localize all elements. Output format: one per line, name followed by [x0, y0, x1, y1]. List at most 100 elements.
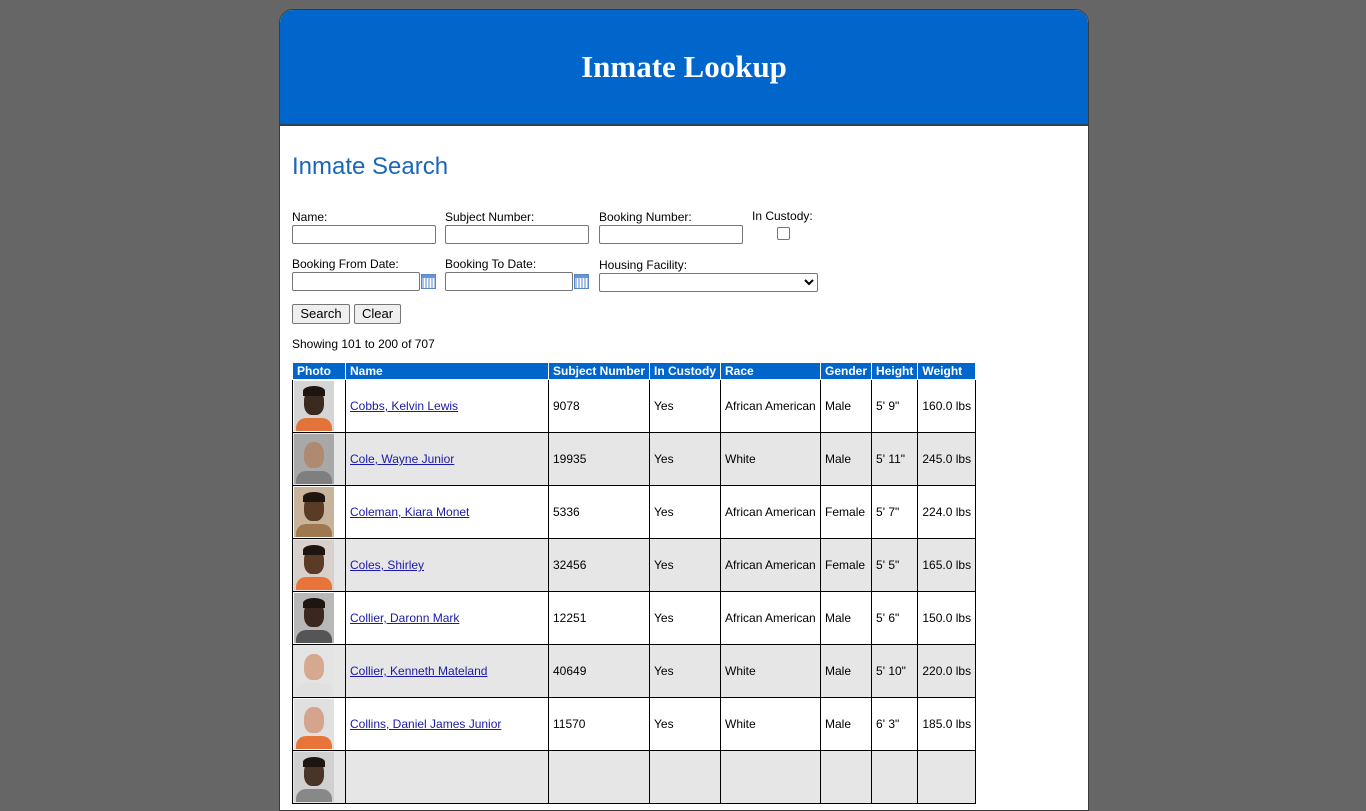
subject-number-cell: 32456	[547, 538, 651, 592]
in-custody-cell: Yes	[649, 485, 722, 539]
inmate-photo[interactable]	[294, 487, 334, 537]
in-custody-cell: Yes	[649, 644, 722, 698]
inmate-name-link[interactable]: Coles, Shirley	[350, 558, 424, 572]
inmate-photo[interactable]	[294, 434, 334, 484]
gender-cell: Male	[820, 432, 873, 486]
table-row: Collier, Daronn Mark 12251 Yes African Amer…	[292, 591, 977, 645]
booking-from-date-input[interactable]	[292, 272, 420, 291]
in-custody-cell: Yes	[649, 697, 722, 751]
table-row: Collins, Daniel James Junior 11570 Yes Whit…	[292, 697, 977, 751]
name-cell: Collier, Kenneth Mateland	[345, 644, 549, 698]
booking-number-input[interactable]	[599, 225, 743, 244]
height-cell: 5' 11"	[871, 432, 919, 486]
name-cell: Coleman, Kiara Monet	[345, 485, 549, 539]
race-cell: African American	[720, 591, 822, 645]
booking-from-date-label: Booking From Date:	[292, 257, 399, 271]
housing-facility-select[interactable]	[599, 273, 818, 292]
site-header: Inmate Lookup	[280, 10, 1088, 126]
subject-number-cell: 9078	[547, 379, 651, 433]
in-custody-checkbox[interactable]	[777, 227, 790, 240]
weight-cell: 245.0 lbs	[917, 432, 977, 486]
results-count: Showing 101 to 200 of 707	[292, 337, 435, 351]
booking-field-group: Booking Number:	[599, 210, 743, 244]
table-row	[292, 750, 977, 804]
race-cell: White	[720, 644, 822, 698]
to-date-field-group: Booking To Date:	[445, 257, 589, 291]
site-title: Inmate Lookup	[581, 49, 787, 84]
custody-field-group: In Custody:	[752, 209, 813, 240]
name-cell: Cobbs, Kelvin Lewis	[345, 379, 549, 433]
race-cell: African American	[720, 485, 822, 539]
calendar-icon[interactable]	[574, 274, 589, 289]
inmate-name-link[interactable]: Collins, Daniel James Junior	[350, 717, 501, 731]
weight-cell: 220.0 lbs	[917, 644, 977, 698]
inmate-photo[interactable]	[294, 646, 334, 696]
subject-number-label: Subject Number:	[445, 210, 535, 224]
gender-cell: Female	[820, 485, 873, 539]
photo-cell	[292, 750, 346, 804]
results-table: Photo Name Subject Number In Custody Rac…	[292, 363, 977, 804]
in-custody-cell: Yes	[649, 379, 722, 433]
subject-number-cell: 40649	[547, 644, 651, 698]
height-cell: 6' 3"	[871, 697, 919, 751]
inmate-photo[interactable]	[294, 381, 334, 431]
inmate-photo[interactable]	[294, 593, 334, 643]
name-cell: Cole, Wayne Junior	[345, 432, 549, 486]
search-button[interactable]: Search	[292, 304, 350, 324]
in-custody-cell: Yes	[649, 538, 722, 592]
race-cell	[720, 750, 822, 804]
in-custody-label: In Custody:	[752, 209, 813, 223]
main-content: Inmate Search Name: Subject Number: Book…	[280, 153, 1088, 804]
inmate-name-link[interactable]: Cobbs, Kelvin Lewis	[350, 399, 458, 413]
race-cell: African American	[720, 379, 822, 433]
height-cell: 5' 10"	[871, 644, 919, 698]
inmate-photo[interactable]	[294, 540, 334, 590]
photo-cell	[292, 697, 346, 751]
calendar-icon[interactable]	[421, 274, 436, 289]
inmate-photo[interactable]	[294, 752, 334, 802]
column-header-weight: Weight	[917, 363, 977, 380]
inmate-name-link[interactable]: Collier, Kenneth Mateland	[350, 664, 487, 678]
inmate-name-link[interactable]: Cole, Wayne Junior	[350, 452, 454, 466]
photo-cell	[292, 591, 346, 645]
gender-cell: Female	[820, 538, 873, 592]
in-custody-cell: Yes	[649, 432, 722, 486]
race-cell: White	[720, 432, 822, 486]
height-cell	[871, 750, 919, 804]
height-cell: 5' 5"	[871, 538, 919, 592]
gender-cell: Male	[820, 644, 873, 698]
clear-button[interactable]: Clear	[354, 304, 401, 324]
subject-number-cell	[547, 750, 651, 804]
height-cell: 5' 7"	[871, 485, 919, 539]
height-cell: 5' 9"	[871, 379, 919, 433]
inmate-name-link[interactable]: Collier, Daronn Mark	[350, 611, 459, 625]
column-header-in-custody: In Custody	[649, 363, 722, 380]
race-cell: African American	[720, 538, 822, 592]
booking-to-date-input[interactable]	[445, 272, 573, 291]
facility-field-group: Housing Facility:	[599, 258, 818, 292]
table-row: Collier, Kenneth Mateland 40649 Yes White Ma…	[292, 644, 977, 698]
inmate-name-link[interactable]: Coleman, Kiara Monet	[350, 505, 469, 519]
subject-field-group: Subject Number:	[445, 210, 589, 244]
name-cell	[345, 750, 549, 804]
subject-number-input[interactable]	[445, 225, 589, 244]
photo-cell	[292, 485, 346, 539]
column-header-name: Name	[345, 363, 549, 380]
housing-facility-label: Housing Facility:	[599, 258, 688, 272]
subject-number-cell: 5336	[547, 485, 651, 539]
in-custody-cell: Yes	[649, 591, 722, 645]
table-header-row: Photo Name Subject Number In Custody Rac…	[292, 363, 977, 380]
name-label: Name:	[292, 210, 328, 224]
gender-cell: Male	[820, 591, 873, 645]
weight-cell: 165.0 lbs	[917, 538, 977, 592]
table-row: Coles, Shirley 32456 Yes African American Fe…	[292, 538, 977, 592]
name-input[interactable]	[292, 225, 436, 244]
name-cell: Collier, Daronn Mark	[345, 591, 549, 645]
booking-number-label: Booking Number:	[599, 210, 692, 224]
table-row: Coleman, Kiara Monet 5336 Yes African Ameri…	[292, 485, 977, 539]
booking-to-date-label: Booking To Date:	[445, 257, 537, 271]
inmate-photo[interactable]	[294, 699, 334, 749]
photo-cell	[292, 379, 346, 433]
from-date-field-group: Booking From Date:	[292, 257, 436, 291]
photo-cell	[292, 432, 346, 486]
